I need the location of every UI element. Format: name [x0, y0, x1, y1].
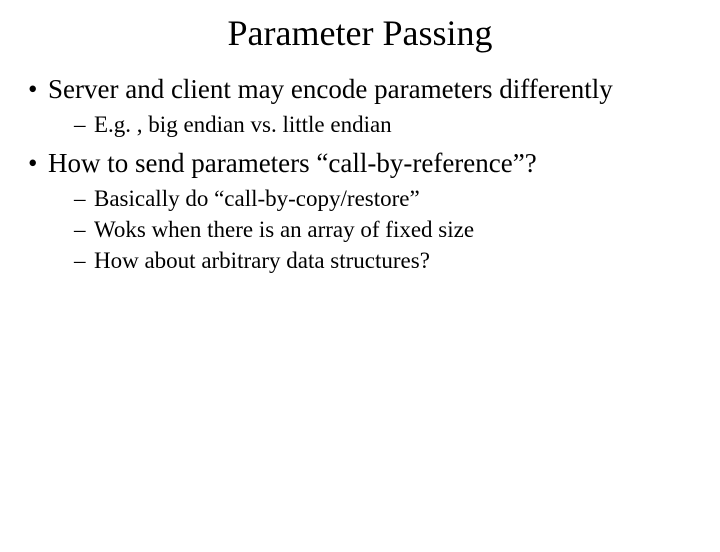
bullet-item: How to send parameters “call-by-referenc… [24, 146, 696, 276]
sub-bullet-item: Woks when there is an array of fixed siz… [74, 214, 696, 245]
sub-bullet-list: Basically do “call-by-copy/restore” Woks… [48, 183, 696, 276]
bullet-item: Server and client may encode parameters … [24, 72, 696, 140]
sub-bullet-text: E.g. , big endian vs. little endian [94, 112, 392, 137]
sub-bullet-text: Basically do “call-by-copy/restore” [94, 186, 420, 211]
sub-bullet-item: Basically do “call-by-copy/restore” [74, 183, 696, 214]
slide-body: Server and client may encode parameters … [0, 72, 720, 276]
sub-bullet-text: Woks when there is an array of fixed siz… [94, 217, 474, 242]
slide-title: Parameter Passing [0, 12, 720, 54]
sub-bullet-list: E.g. , big endian vs. little endian [48, 109, 696, 140]
bullet-list: Server and client may encode parameters … [24, 72, 696, 276]
bullet-text: How to send parameters “call-by-referenc… [48, 148, 537, 178]
bullet-text: Server and client may encode parameters … [48, 74, 613, 104]
sub-bullet-item: E.g. , big endian vs. little endian [74, 109, 696, 140]
sub-bullet-item: How about arbitrary data structures? [74, 245, 696, 276]
sub-bullet-text: How about arbitrary data structures? [94, 248, 430, 273]
slide: Parameter Passing Server and client may … [0, 12, 720, 552]
